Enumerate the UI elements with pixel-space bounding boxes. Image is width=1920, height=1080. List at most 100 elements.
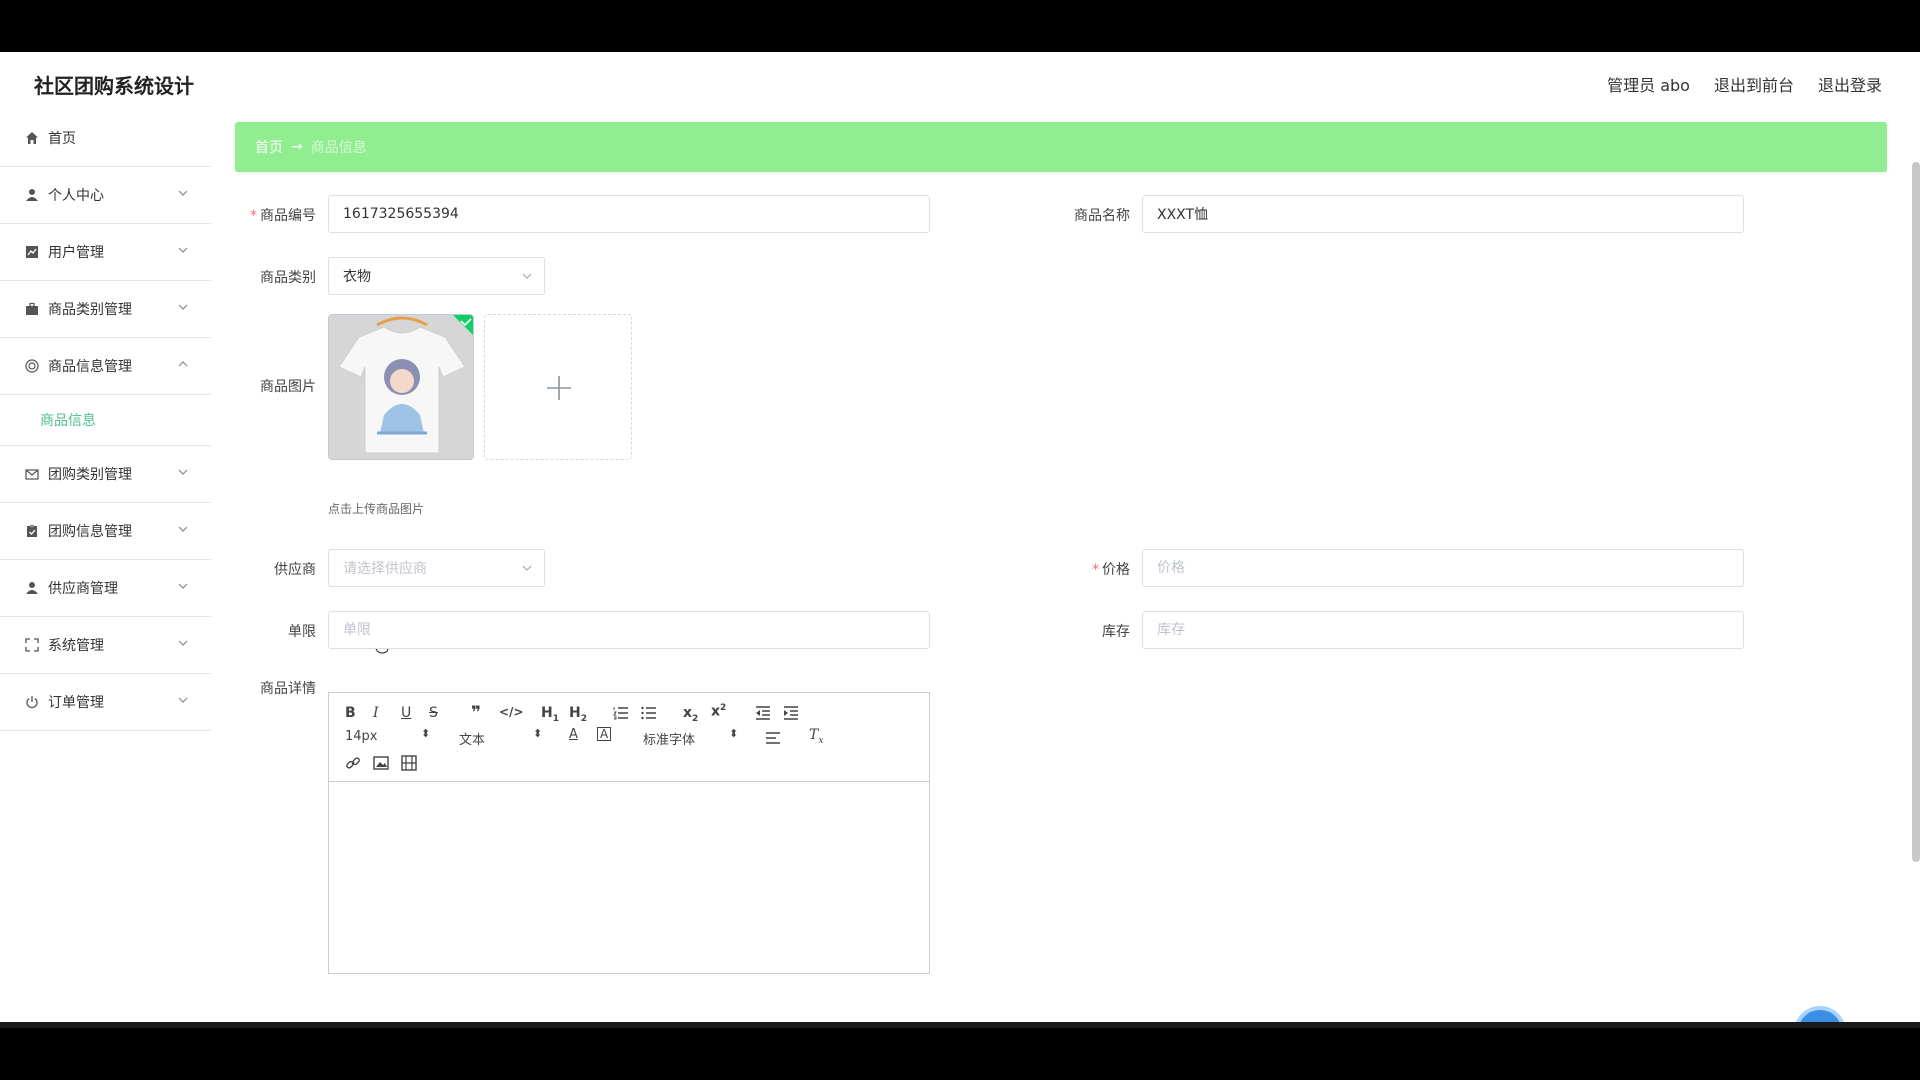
video-icon[interactable] (401, 755, 417, 771)
supplier-select[interactable]: 请选择供应商 (328, 549, 545, 587)
font-size-select[interactable]: 14px (345, 729, 378, 744)
category-label: 商品类别 (260, 270, 316, 286)
format-select[interactable]: 文本 (459, 729, 485, 748)
font-family-arrows-icon: ⬍ (729, 727, 739, 740)
name-input[interactable] (1142, 195, 1744, 233)
chevron-down-icon (178, 583, 188, 589)
font-color-icon[interactable]: A (569, 727, 578, 742)
code-block-icon[interactable]: </> (499, 705, 524, 719)
image-label: 商品图片 (260, 379, 316, 395)
sidebar-item-label: 用户管理 (48, 245, 104, 261)
blockquote-icon[interactable]: ❞ (471, 703, 481, 723)
chevron-down-icon (178, 304, 188, 310)
header-actions: 管理员 abo 退出到前台 退出登录 (1607, 72, 1882, 96)
sidebar-item-goods[interactable]: 商品信息管理 (0, 338, 211, 395)
chart-icon (24, 244, 40, 260)
image-upload-button[interactable] (484, 314, 632, 460)
sidebar: 首页 个人中心 用户管理 商品类别管理 商品信息管理 商品信息 团购类别管理 团… (0, 110, 211, 1026)
chevron-down-icon (178, 526, 188, 532)
sidebar-item-group-info[interactable]: 团购信息管理 (0, 503, 211, 560)
price-input[interactable] (1142, 549, 1744, 587)
chevron-down-icon (522, 273, 532, 279)
admin-label: 管理员 abo (1607, 76, 1690, 95)
align-icon[interactable] (765, 731, 781, 745)
heading1-icon[interactable]: H1 (541, 705, 559, 724)
strikethrough-icon[interactable]: S (429, 705, 438, 721)
detail-label: 商品详情 (260, 681, 316, 697)
supplier-label: 供应商 (274, 562, 316, 578)
target-icon (24, 358, 40, 374)
tshirt-image (329, 315, 473, 459)
ordered-list-icon[interactable] (613, 706, 629, 720)
fullscreen-icon (24, 637, 40, 653)
code-input[interactable] (328, 195, 930, 233)
sidebar-subitem-goods-info[interactable]: 商品信息 (0, 395, 211, 446)
link-icon[interactable] (345, 755, 361, 771)
background-color-icon[interactable]: A (597, 727, 612, 741)
sidebar-item-label: 首页 (48, 131, 76, 147)
home-icon (24, 130, 40, 146)
sidebar-item-label: 团购类别管理 (48, 467, 132, 483)
product-image-thumbnail[interactable] (328, 314, 474, 460)
limit-input[interactable] (328, 611, 930, 649)
sidebar-item-system[interactable]: 系统管理 (0, 617, 211, 674)
supplier-placeholder: 请选择供应商 (343, 561, 427, 577)
heading2-icon[interactable]: H2 (569, 705, 587, 724)
bold-icon[interactable]: B (345, 705, 356, 721)
editor-content-area[interactable] (329, 782, 929, 974)
image-upload-hint: 点击上传商品图片 (328, 502, 425, 516)
plus-icon (547, 376, 571, 400)
chevron-up-icon (178, 361, 188, 367)
indent-icon[interactable] (783, 706, 799, 720)
clear-format-icon[interactable]: Tx (809, 727, 823, 746)
code-label: 商品编号 (226, 205, 316, 225)
breadcrumb-home[interactable]: 首页 (255, 137, 283, 157)
underline-icon[interactable]: U (401, 705, 411, 721)
logout-link[interactable]: 退出登录 (1818, 72, 1882, 96)
limit-label: 单限 (288, 624, 316, 640)
bottom-strip (0, 1022, 1920, 1028)
chevron-down-icon (178, 247, 188, 253)
sidebar-item-label: 供应商管理 (48, 581, 118, 597)
sidebar-item-home[interactable]: 首页 (0, 110, 211, 167)
bullet-list-icon[interactable] (641, 706, 657, 720)
briefcase-icon (24, 301, 40, 317)
power-icon (24, 694, 40, 710)
name-label: 商品名称 (1074, 208, 1130, 224)
superscript-icon[interactable]: x2 (711, 703, 726, 720)
font-family-select[interactable]: 标准字体 (643, 729, 695, 748)
stock-input[interactable] (1142, 611, 1744, 649)
sidebar-item-profile[interactable]: 个人中心 (0, 167, 211, 224)
breadcrumb: 首页 → 商品信息 (235, 122, 1887, 172)
font-size-arrows-icon: ⬍ (421, 727, 431, 740)
user-icon (24, 187, 40, 203)
outdent-icon[interactable] (755, 706, 771, 720)
category-value: 衣物 (343, 269, 371, 285)
chevron-down-icon (178, 640, 188, 646)
sidebar-item-label: 团购信息管理 (48, 524, 132, 540)
top-bar: 社区团购系统设计 管理员 abo 退出到前台 退出登录 (0, 52, 1920, 110)
italic-icon[interactable]: I (373, 705, 379, 721)
sidebar-item-group-category[interactable]: 团购类别管理 (0, 446, 211, 503)
chevron-down-icon (178, 469, 188, 475)
app-title: 社区团购系统设计 (34, 74, 194, 98)
subscript-icon[interactable]: x2 (683, 705, 698, 724)
page-scrollbar[interactable] (1912, 162, 1920, 862)
sidebar-item-label: 个人中心 (48, 188, 104, 204)
sidebar-item-label: 商品信息管理 (48, 359, 132, 375)
rich-text-editor: B I U S ❞ </> H1 H2 x2 x2 14px ⬍ 文本 ⬍ A … (328, 692, 930, 974)
format-arrows-icon: ⬍ (533, 727, 543, 740)
sidebar-item-label: 订单管理 (48, 695, 104, 711)
sidebar-item-supplier[interactable]: 供应商管理 (0, 560, 211, 617)
image-icon[interactable] (373, 755, 389, 771)
chevron-down-icon (178, 697, 188, 703)
breadcrumb-current: 商品信息 (310, 140, 367, 156)
sidebar-item-category[interactable]: 商品类别管理 (0, 281, 211, 338)
back-to-front-link[interactable]: 退出到前台 (1714, 72, 1794, 96)
sidebar-item-label: 系统管理 (48, 638, 104, 654)
sidebar-item-orders[interactable]: 订单管理 (0, 674, 211, 731)
sidebar-item-users[interactable]: 用户管理 (0, 224, 211, 281)
chevron-down-icon (522, 565, 532, 571)
category-select[interactable]: 衣物 (328, 257, 545, 295)
app-window: 社区团购系统设计 管理员 abo 退出到前台 退出登录 首页 个人中心 用户管理… (0, 52, 1920, 1026)
